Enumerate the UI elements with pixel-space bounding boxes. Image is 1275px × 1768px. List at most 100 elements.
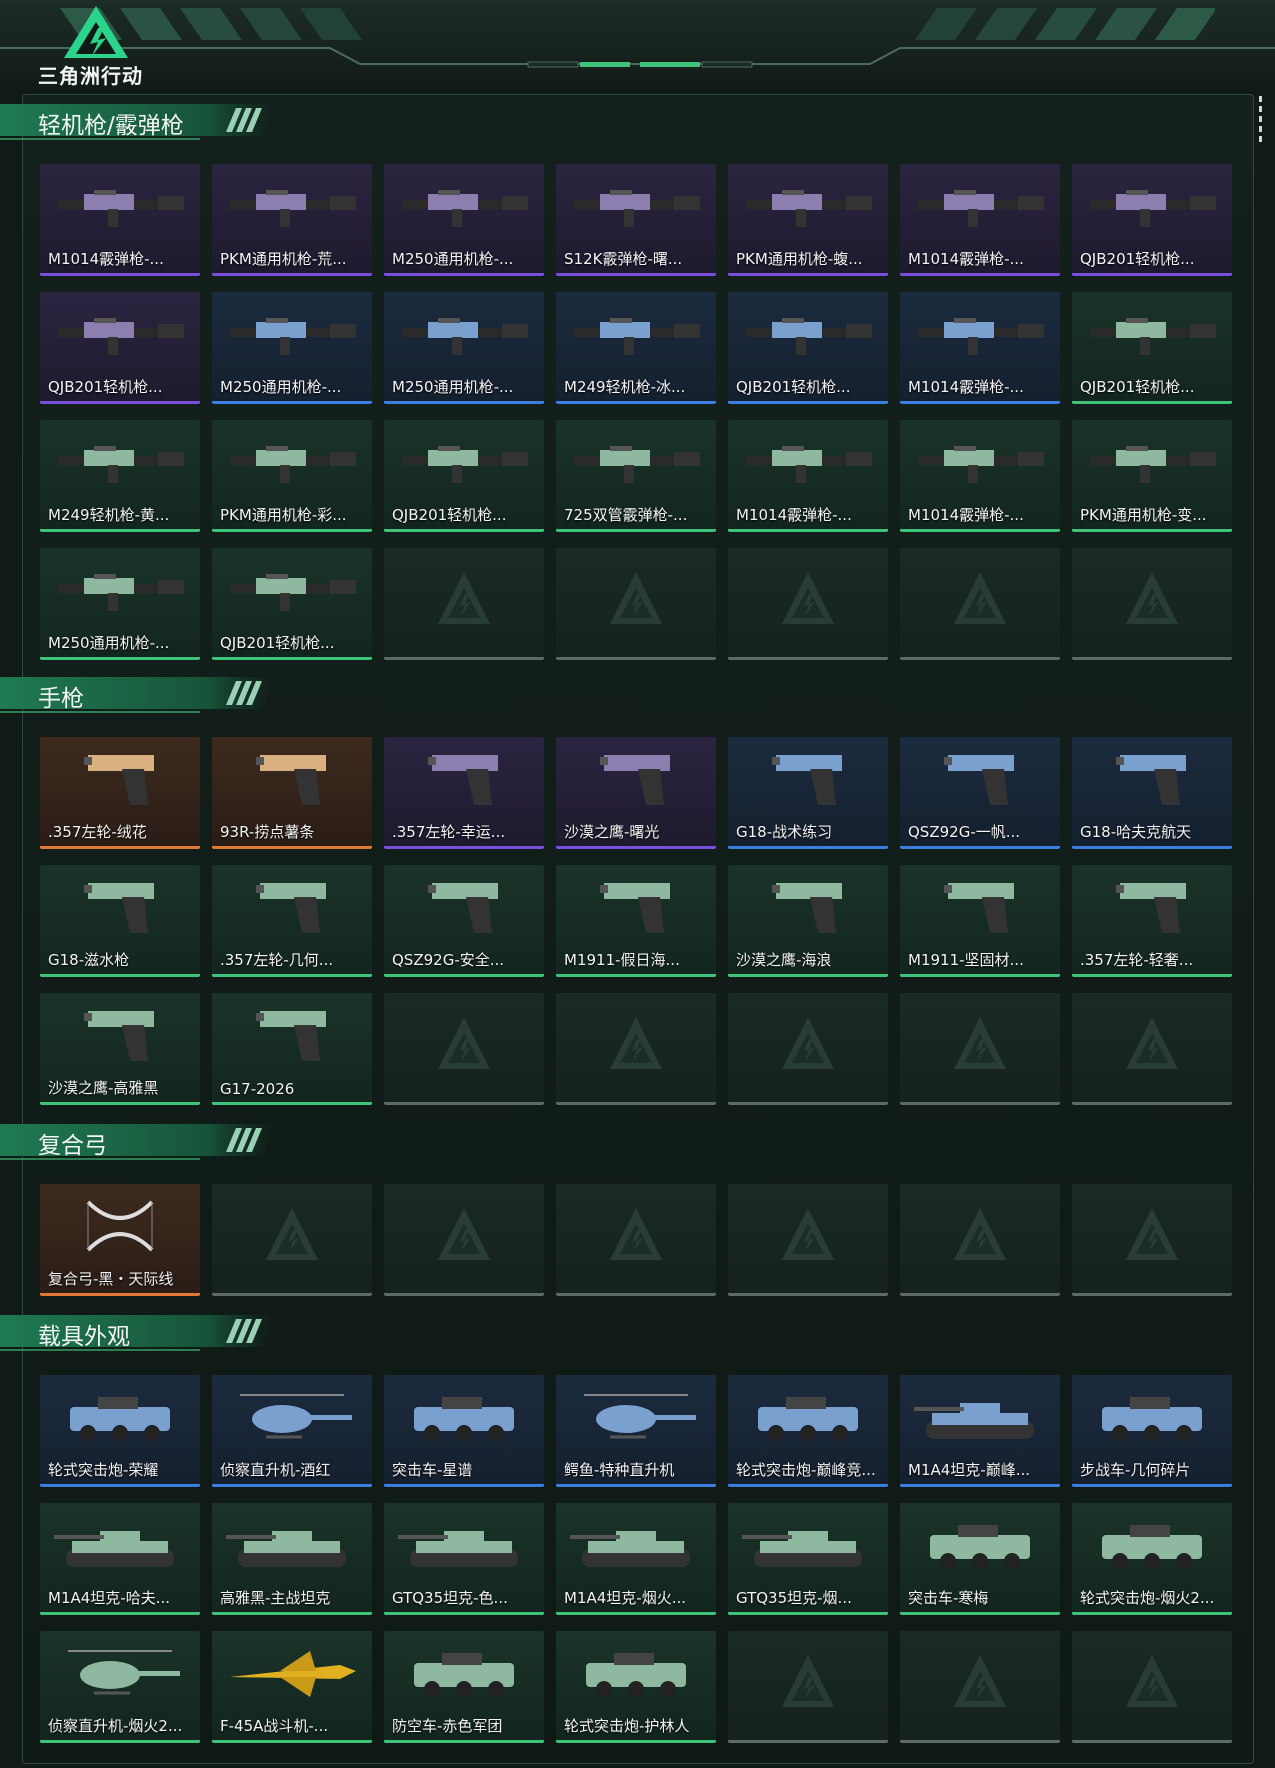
skin-tile[interactable]: 轮式突击炮-烟火2... xyxy=(1072,1503,1232,1615)
skin-tile[interactable]: .357左轮-幸运... xyxy=(384,737,544,849)
skin-name: 轮式突击炮-荣耀 xyxy=(48,1461,159,1479)
skin-name: QSZ92G-安全... xyxy=(392,951,505,969)
skin-tile[interactable]: M1014霰弹枪-... xyxy=(900,420,1060,532)
skin-tile[interactable]: QJB201轻机枪... xyxy=(384,420,544,532)
skin-tile[interactable]: QJB201轻机枪... xyxy=(728,292,888,404)
skin-tile[interactable]: PKM通用机枪-变... xyxy=(1072,420,1232,532)
skin-tile[interactable]: M1014霰弹枪-... xyxy=(900,292,1060,404)
skin-tile[interactable]: 725双管霰弹枪-... xyxy=(556,420,716,532)
placeholder-logo-icon xyxy=(610,572,662,624)
pistol-icon xyxy=(428,883,498,933)
skin-name: M1014霰弹枪-... xyxy=(48,250,164,268)
skin-tile[interactable]: QJB201轻机枪... xyxy=(1072,164,1232,276)
logo-text: 三角洲行动 xyxy=(38,64,143,88)
skin-tile[interactable]: 鳄鱼-特种直升机 xyxy=(556,1375,716,1487)
section-title: 手枪 xyxy=(38,686,84,712)
skin-tile[interactable]: M250通用机枪-... xyxy=(40,548,200,660)
skin-tile[interactable]: M1A4坦克-哈夫... xyxy=(40,1503,200,1615)
pistol-icon xyxy=(600,883,670,933)
skin-tile[interactable]: M1A4坦克-烟火... xyxy=(556,1503,716,1615)
skin-tile[interactable]: 复合弓-黑・天际线 xyxy=(40,1184,200,1296)
skin-name: M1911-坚固材... xyxy=(908,951,1024,969)
skin-name: QJB201轻机枪... xyxy=(48,378,163,396)
skin-name: 防空车-赤色军团 xyxy=(392,1717,503,1735)
skin-name: 93R-捞点薯条 xyxy=(220,823,315,841)
skin-tile[interactable]: M249轻机枪-冰... xyxy=(556,292,716,404)
empty-slot xyxy=(728,1631,888,1743)
skin-tile[interactable]: 高雅黑-主战坦克 xyxy=(212,1503,372,1615)
skin-tile[interactable]: QJB201轻机枪... xyxy=(40,292,200,404)
pistol-icon xyxy=(772,883,842,933)
skin-tile[interactable]: M250通用机枪-... xyxy=(212,292,372,404)
skin-name: 鳄鱼-特种直升机 xyxy=(564,1461,675,1479)
skin-tile[interactable]: G18-战术练习 xyxy=(728,737,888,849)
skin-tile[interactable]: M250通用机枪-... xyxy=(384,292,544,404)
skin-tile[interactable]: 侦察直升机-酒红 xyxy=(212,1375,372,1487)
skin-tile[interactable]: 轮式突击炮-荣耀 xyxy=(40,1375,200,1487)
tank-icon xyxy=(226,1531,346,1567)
skin-tile[interactable]: M1911-假日海... xyxy=(556,865,716,977)
skin-name: GTQ35坦克-烟... xyxy=(736,1589,852,1607)
skin-tile[interactable]: M1014霰弹枪-... xyxy=(900,164,1060,276)
skin-tile[interactable]: S12K霰弹枪-曙... xyxy=(556,164,716,276)
rifle-icon xyxy=(402,190,528,227)
skin-tile[interactable]: M250通用机枪-... xyxy=(384,164,544,276)
skin-tile[interactable]: .357左轮-几何... xyxy=(212,865,372,977)
skin-tile[interactable]: PKM通用机枪-蝮... xyxy=(728,164,888,276)
skin-name: M1911-假日海... xyxy=(564,951,680,969)
skin-name: QSZ92G-一帆... xyxy=(908,823,1021,841)
skin-tile[interactable]: 突击车-星谱 xyxy=(384,1375,544,1487)
skin-tile[interactable]: GTQ35坦克-色... xyxy=(384,1503,544,1615)
pistol-icon xyxy=(1116,755,1186,805)
skin-name: 突击车-星谱 xyxy=(392,1461,473,1479)
placeholder-logo-icon xyxy=(1126,572,1178,624)
skin-tile[interactable]: .357左轮-轻奢... xyxy=(1072,865,1232,977)
skin-tile[interactable]: 侦察直升机-烟火2... xyxy=(40,1631,200,1743)
placeholder-logo-icon xyxy=(266,1208,318,1260)
empty-slot xyxy=(556,993,716,1105)
skin-tile[interactable]: 步战车-几何碎片 xyxy=(1072,1375,1232,1487)
skin-tile[interactable]: 轮式突击炮-护林人 xyxy=(556,1631,716,1743)
section-title: 载具外观 xyxy=(38,1324,130,1350)
skin-tile[interactable]: PKM通用机枪-彩... xyxy=(212,420,372,532)
skin-tile[interactable]: 93R-捞点薯条 xyxy=(212,737,372,849)
skin-name: 轮式突击炮-巅峰竞... xyxy=(736,1461,876,1479)
pistol-icon xyxy=(84,883,154,933)
skin-name: 725双管霰弹枪-... xyxy=(564,506,688,524)
pistol-icon xyxy=(256,883,326,933)
skin-tile[interactable]: M249轻机枪-黄... xyxy=(40,420,200,532)
tank-icon xyxy=(398,1531,518,1567)
vehicle-icon xyxy=(414,1653,514,1697)
skin-tile[interactable]: QJB201轻机枪... xyxy=(1072,292,1232,404)
skin-tile[interactable]: QSZ92G-安全... xyxy=(384,865,544,977)
skin-name: M1014霰弹枪-... xyxy=(908,506,1024,524)
skin-tile[interactable]: M1911-坚固材... xyxy=(900,865,1060,977)
skin-tile[interactable]: M1014霰弹枪-... xyxy=(40,164,200,276)
skin-tile[interactable]: QSZ92G-一帆... xyxy=(900,737,1060,849)
skin-tile[interactable]: G18-滋水枪 xyxy=(40,865,200,977)
rifle-icon xyxy=(746,318,872,355)
skin-tile[interactable]: M1A4坦克-巅峰... xyxy=(900,1375,1060,1487)
skin-tile[interactable]: 沙漠之鹰-海浪 xyxy=(728,865,888,977)
skin-name: .357左轮-几何... xyxy=(220,951,334,969)
skin-tile[interactable]: GTQ35坦克-烟... xyxy=(728,1503,888,1615)
skin-tile[interactable]: 沙漠之鹰-高雅黑 xyxy=(40,993,200,1105)
skin-tile[interactable]: QJB201轻机枪... xyxy=(212,548,372,660)
skin-tile[interactable]: 突击车-寒梅 xyxy=(900,1503,1060,1615)
skin-tile[interactable]: 防空车-赤色军团 xyxy=(384,1631,544,1743)
rifle-icon xyxy=(574,446,700,483)
skin-tile[interactable]: M1014霰弹枪-... xyxy=(728,420,888,532)
empty-slot xyxy=(728,1184,888,1296)
skin-tile[interactable]: 沙漠之鹰-曙光 xyxy=(556,737,716,849)
scrollbar[interactable] xyxy=(1258,96,1264,152)
skin-tile[interactable]: .357左轮-绒花 xyxy=(40,737,200,849)
skin-tile[interactable]: G17-2026 xyxy=(212,993,372,1105)
skin-name: M249轻机枪-冰... xyxy=(564,378,686,396)
skin-tile[interactable]: F-45A战斗机-... xyxy=(212,1631,372,1743)
rifle-icon xyxy=(746,446,872,483)
skin-name: M1A4坦克-巅峰... xyxy=(908,1461,1031,1479)
skin-tile[interactable]: G18-哈夫克航天 xyxy=(1072,737,1232,849)
vehicle-icon xyxy=(414,1397,514,1441)
skin-tile[interactable]: 轮式突击炮-巅峰竞... xyxy=(728,1375,888,1487)
skin-tile[interactable]: PKM通用机枪-荒... xyxy=(212,164,372,276)
